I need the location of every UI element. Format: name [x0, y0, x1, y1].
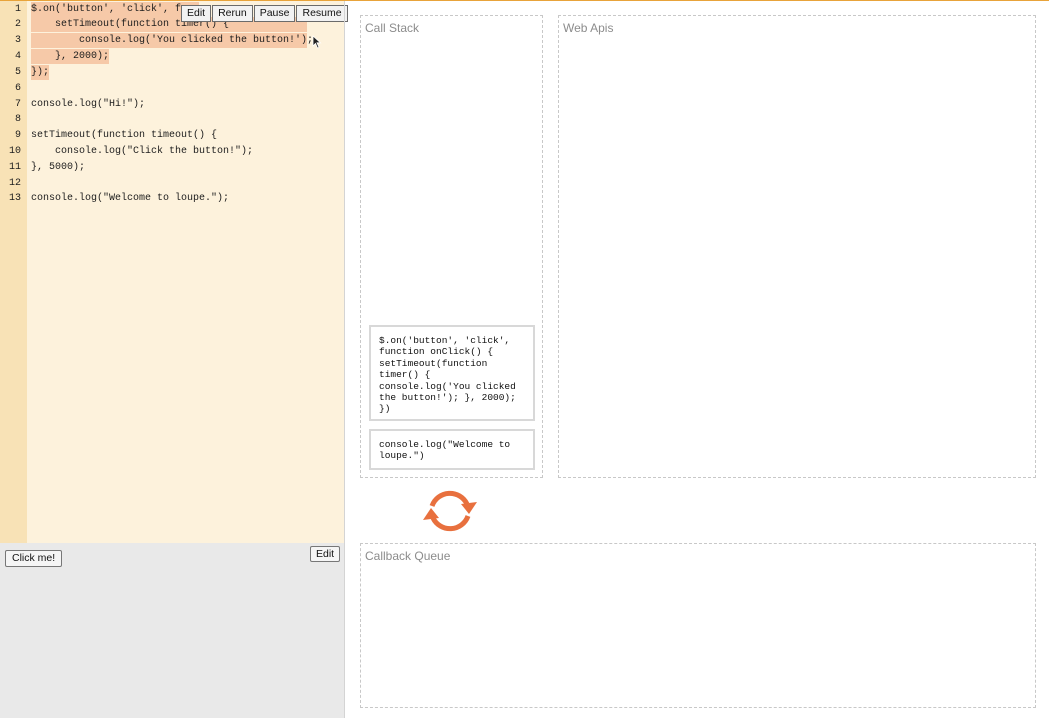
line-number: 7 — [14, 99, 21, 110]
code-line: 11 }, 5000); — [0, 160, 344, 175]
code-line: 5 }); — [0, 65, 344, 80]
web-apis-title: Web Apis — [563, 21, 614, 35]
render-preview: Click me! Edit — [0, 543, 344, 718]
code-line: 12 — [0, 176, 344, 191]
code-text: $.on('button', 'click', func — [31, 2, 200, 17]
line-number: 12 — [8, 178, 21, 189]
code-text: console.log("Hi!"); — [31, 99, 146, 110]
web-apis-panel: Web Apis — [558, 15, 1036, 478]
edit-html-button[interactable]: Edit — [310, 546, 341, 562]
stack-frame: console.log("Welcome to loupe.") — [369, 429, 535, 470]
code-text: console.log("Welcome to loupe."); — [31, 193, 230, 204]
edit-button[interactable]: Edit — [181, 5, 212, 22]
call-stack-title: Call Stack — [365, 21, 420, 35]
editor-toolbar: Edit Rerun Pause Resume — [181, 5, 349, 22]
code-text: }, 2000); — [31, 49, 110, 64]
panel-divider — [344, 1, 345, 718]
line-number: 8 — [14, 114, 21, 125]
line-number: 6 — [14, 83, 21, 94]
rerun-button[interactable]: Rerun — [212, 5, 253, 22]
code-line: 4 }, 2000); — [0, 49, 344, 64]
call-stack-panel: Call Stack $.on('button', 'click', funct… — [360, 15, 543, 478]
line-number: 10 — [8, 146, 21, 157]
callback-queue-panel: Callback Queue — [360, 543, 1036, 708]
code-line: 8 — [0, 112, 344, 127]
code-line: 7 console.log("Hi!"); — [0, 97, 344, 112]
code-line: 10 console.log("Click the button!"); — [0, 144, 344, 159]
code-text: }); — [31, 65, 50, 80]
code-line: 13 console.log("Welcome to loupe."); — [0, 191, 344, 206]
code-line: 3 console.log('You clicked the button!')… — [0, 33, 344, 48]
click-me-button[interactable]: Click me! — [5, 550, 63, 567]
code-text: setTimeout(function timeout() { — [31, 130, 218, 141]
line-number: 9 — [14, 130, 21, 141]
line-number: 13 — [8, 193, 21, 204]
code-text: console.log('You clicked the button!'); — [31, 33, 314, 48]
line-number: 4 — [14, 51, 21, 62]
code-line: 6 — [0, 81, 344, 96]
code-editor[interactable]: 1 $.on('button', 'click', func 2 setTime… — [0, 1, 348, 543]
line-number: 2 — [14, 19, 21, 30]
code-text: console.log("Click the button!"); — [31, 146, 254, 157]
line-number: 3 — [14, 35, 21, 46]
code-text: }, 5000); — [31, 162, 86, 173]
mouse-pointer-icon — [312, 35, 322, 49]
code-line: 9 setTimeout(function timeout() { — [0, 128, 344, 143]
line-number: 1 — [14, 4, 21, 15]
pause-button[interactable]: Pause — [253, 5, 296, 22]
line-number: 5 — [14, 67, 21, 78]
stack-frame: $.on('button', 'click', function onClick… — [369, 325, 535, 421]
resume-button[interactable]: Resume — [296, 5, 348, 22]
callback-queue-title: Callback Queue — [365, 549, 451, 563]
event-loop-icon — [423, 490, 477, 532]
line-number: 11 — [8, 162, 21, 173]
